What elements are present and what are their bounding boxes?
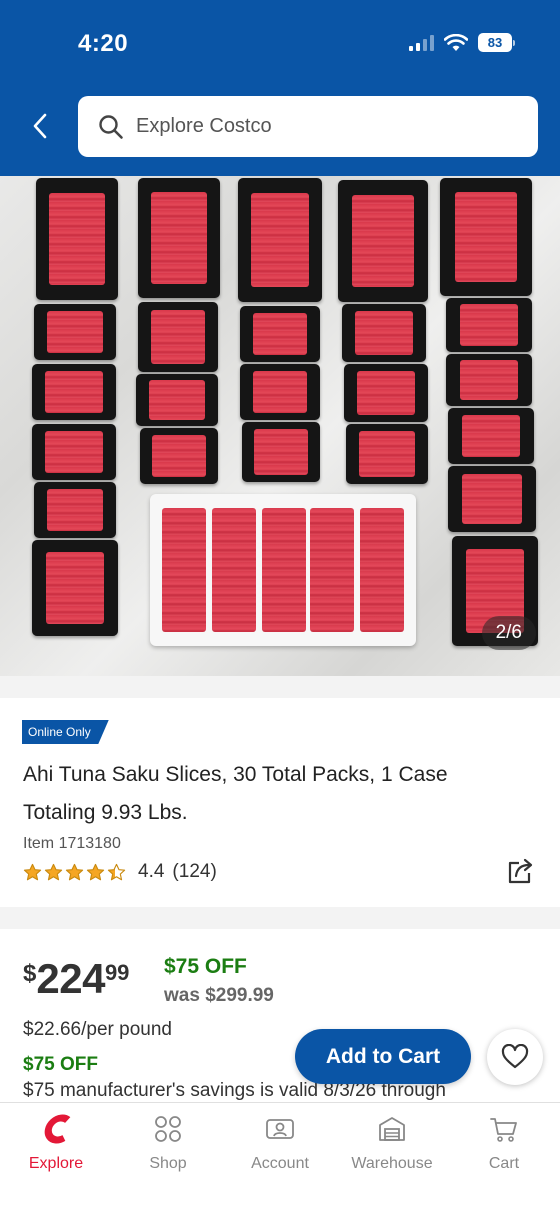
unit-price: $22.66/per pound: [23, 1019, 172, 1040]
nav-account[interactable]: Account: [224, 1103, 336, 1217]
tuna-pack: [346, 424, 428, 484]
tuna-pack: [446, 298, 532, 352]
price-cents: 99: [104, 960, 130, 985]
section-divider: [0, 907, 560, 929]
status-icons: 83: [409, 33, 515, 52]
cellular-signal-icon: [409, 34, 434, 51]
tuna-pack: [338, 180, 428, 302]
tuna-pack: [34, 482, 116, 538]
tuna-pack: [138, 178, 220, 298]
tuna-pack: [240, 306, 320, 362]
favorite-button[interactable]: [487, 1029, 543, 1085]
review-count: (124): [172, 861, 217, 882]
search-icon: [99, 114, 123, 139]
back-button[interactable]: [22, 108, 58, 144]
star-icon: [44, 863, 63, 880]
battery-indicator: 83: [478, 33, 515, 52]
tuna-pack: [138, 302, 218, 372]
cart-icon: [488, 1113, 520, 1145]
tuna-pack: [36, 178, 118, 300]
section-divider: [0, 676, 560, 698]
tuna-pack: [342, 304, 426, 362]
tuna-pack: [32, 540, 118, 636]
grid-circles-icon: [152, 1113, 184, 1145]
savings-label: $75 OFF: [23, 1054, 98, 1075]
costco-c-icon: [40, 1113, 72, 1145]
nav-label: Account: [251, 1155, 309, 1172]
search-input[interactable]: Explore Costco: [78, 96, 538, 157]
tuna-pack: [446, 354, 532, 406]
item-number: Item 1713180: [23, 835, 121, 852]
price-currency: $: [23, 960, 37, 987]
was-price: was $299.99: [164, 985, 274, 1006]
tuna-pack: [440, 178, 532, 296]
nav-shop[interactable]: Shop: [112, 1103, 224, 1217]
add-to-cart-button[interactable]: Add to Cart: [295, 1029, 471, 1084]
tuna-pack: [242, 422, 320, 482]
tuna-pack: [448, 408, 534, 464]
image-counter: 2/6: [481, 616, 536, 650]
nav-label: Cart: [488, 1155, 520, 1172]
product-image-gallery[interactable]: 2/6: [0, 176, 560, 676]
product-title: Ahi Tuna Saku Slices, 30 Total Packs, 1 …: [23, 763, 448, 824]
rating-value: 4.4: [138, 861, 165, 882]
rating-stars: [23, 863, 126, 882]
tuna-pack: [32, 424, 116, 480]
tuna-pack: [448, 466, 536, 532]
tuna-pack: [34, 304, 116, 360]
manufacturer-savings-note: $75 manufacturer's savings is valid 8/3/…: [23, 1080, 446, 1101]
share-icon: [508, 858, 533, 884]
nav-explore[interactable]: Explore: [0, 1103, 112, 1217]
chevron-left-icon: [33, 113, 47, 139]
share-button[interactable]: [505, 855, 537, 887]
warehouse-icon: [376, 1113, 408, 1145]
star-icon: [65, 863, 84, 880]
price: $ 224 99: [23, 954, 129, 1004]
star-icon: [107, 863, 126, 880]
tuna-pack: [136, 374, 218, 426]
status-time: 4:20: [78, 30, 129, 57]
search-placeholder: Explore Costco: [136, 115, 272, 137]
account-card-icon: [264, 1113, 296, 1145]
wifi-icon: [444, 33, 468, 51]
discount-label: $75 OFF: [164, 955, 247, 978]
sashimi-platter: [150, 494, 416, 646]
star-icon: [23, 863, 42, 880]
top-header: 4:20 83 Explore Costco: [0, 0, 560, 176]
nav-label: Explore: [28, 1155, 84, 1172]
tuna-pack: [140, 428, 218, 484]
tuna-pack: [344, 364, 428, 422]
heart-icon: [501, 1044, 529, 1069]
tuna-pack: [238, 178, 322, 302]
nav-label: Shop: [149, 1155, 187, 1172]
tuna-pack: [32, 364, 116, 420]
star-icon: [86, 863, 105, 880]
product-rating[interactable]: 4.4 (124): [23, 861, 217, 883]
bottom-nav: Explore Shop Account Warehouse Cart: [0, 1102, 560, 1217]
price-dollars: 224: [36, 955, 105, 1002]
nav-warehouse[interactable]: Warehouse: [336, 1103, 448, 1217]
nav-cart[interactable]: Cart: [448, 1103, 560, 1217]
nav-label: Warehouse: [351, 1155, 433, 1172]
online-only-badge: Online Only: [22, 720, 109, 744]
tuna-pack: [240, 364, 320, 420]
